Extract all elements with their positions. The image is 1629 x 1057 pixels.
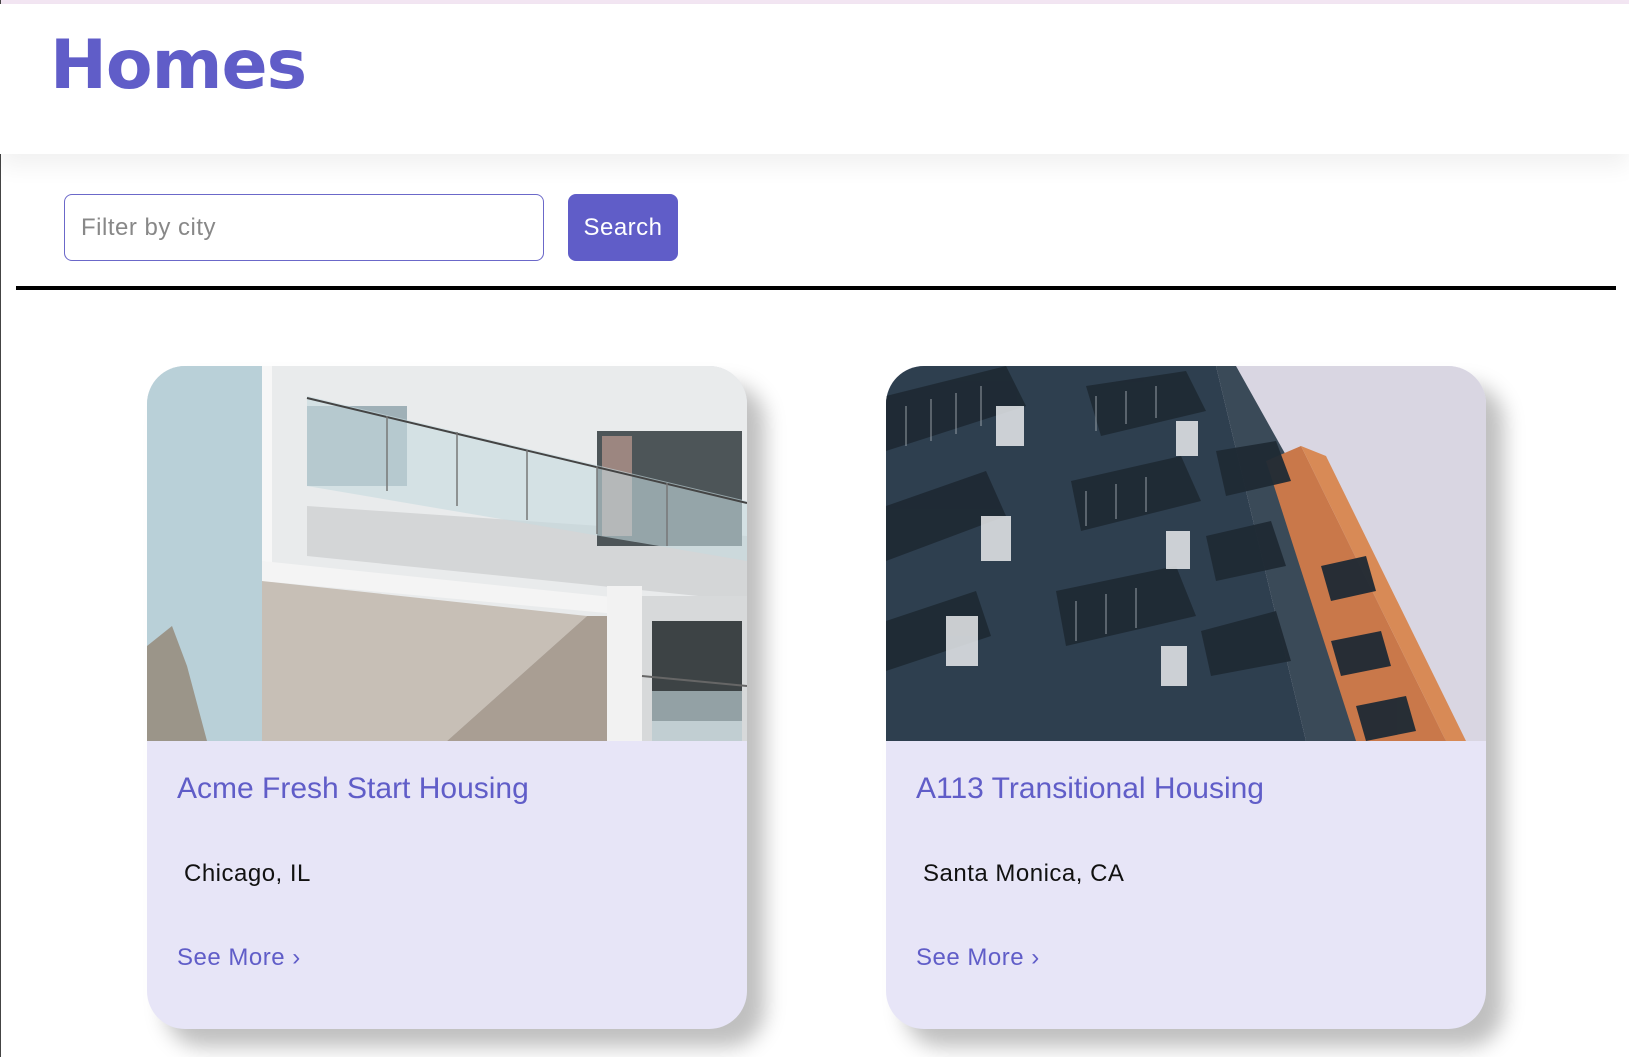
listing-image-white-building bbox=[147, 366, 747, 741]
search-button[interactable]: Search bbox=[568, 194, 678, 261]
page-header: Homes bbox=[0, 4, 1629, 154]
listing-card: A113 Transitional Housing Santa Monica, … bbox=[886, 366, 1486, 1029]
see-more-link[interactable]: See More › bbox=[177, 944, 301, 972]
listing-title: Acme Fresh Start Housing bbox=[177, 772, 529, 805]
listing-location: Santa Monica, CA bbox=[923, 860, 1125, 887]
section-divider bbox=[16, 286, 1616, 290]
see-more-link[interactable]: See More › bbox=[916, 944, 1040, 972]
page-title: Homes bbox=[50, 26, 307, 105]
search-bar: Search bbox=[0, 154, 1629, 289]
listing-image-blue-building bbox=[886, 366, 1486, 741]
listing-card: Acme Fresh Start Housing Chicago, IL See… bbox=[147, 366, 747, 1029]
city-filter-input[interactable] bbox=[64, 194, 544, 261]
listing-location: Chicago, IL bbox=[184, 860, 311, 887]
listing-title: A113 Transitional Housing bbox=[916, 772, 1264, 805]
